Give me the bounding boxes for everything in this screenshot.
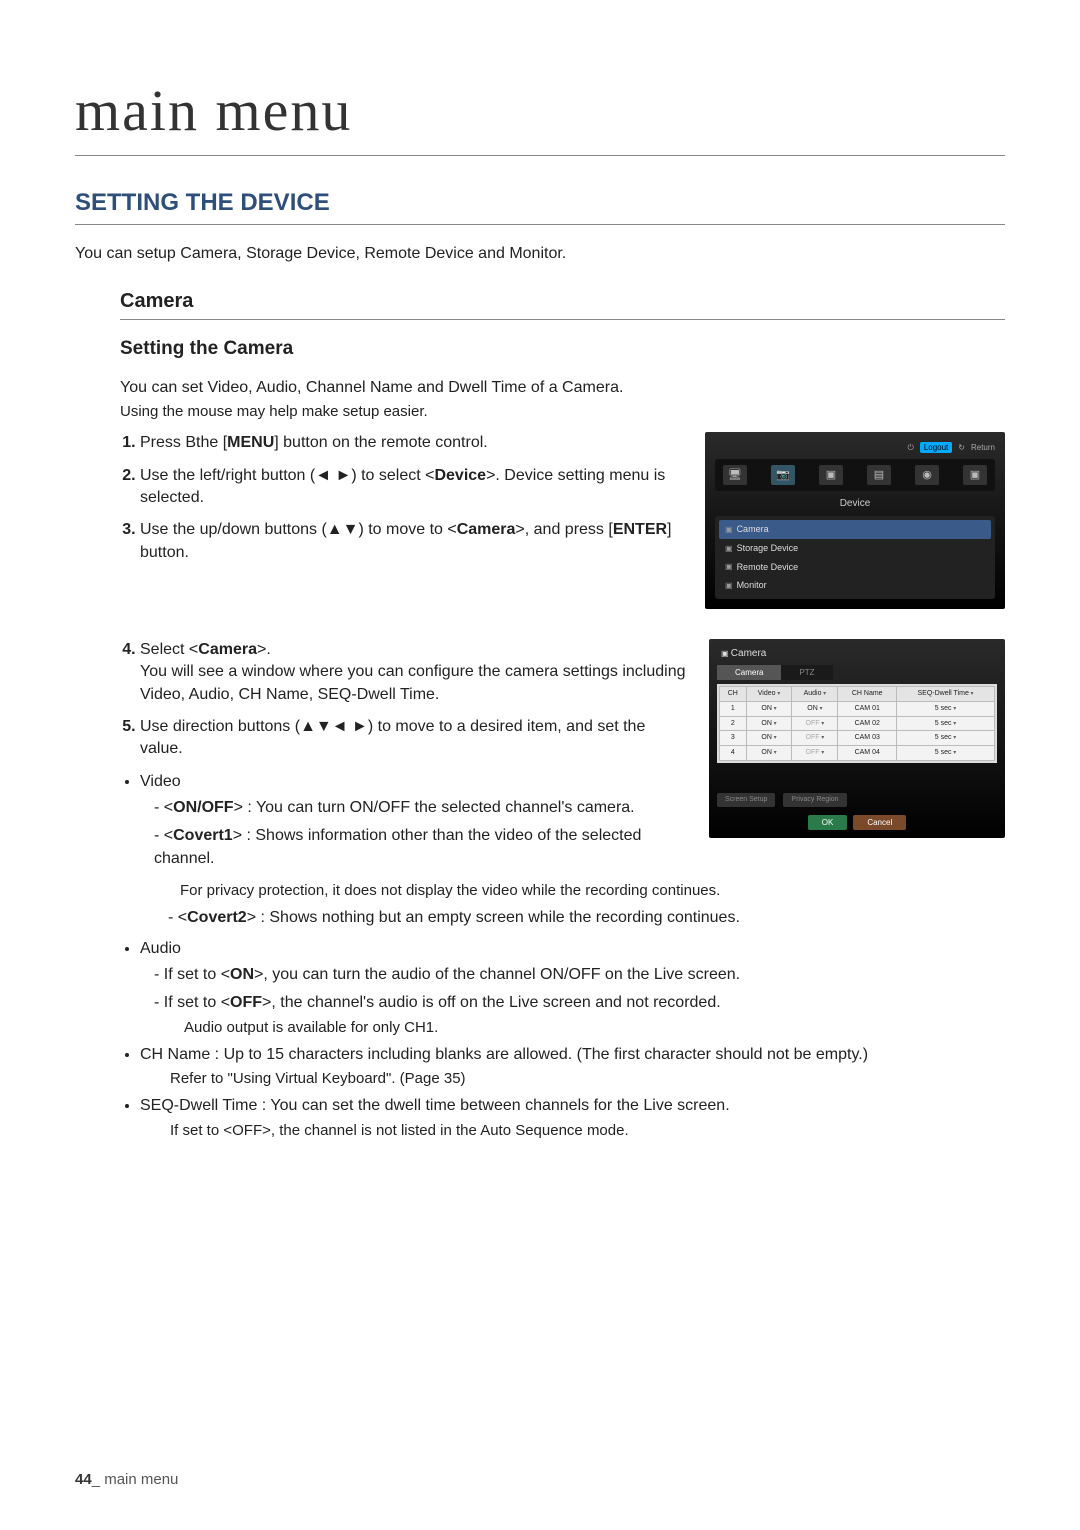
seq-note: If set to <OFF>, the channel is not list… [170, 1120, 1005, 1141]
table-row: 2 ON OFF CAM 02 5 sec [720, 716, 995, 731]
top-icon-bar: 🖥 📷 ▣ ▤ ◉ ▣ [715, 459, 995, 491]
subsection-camera: Camera [120, 287, 1005, 320]
power-icon: ⏻ [907, 442, 913, 453]
video-covert2: <Covert2> : Shows nothing but an empty s… [168, 907, 1005, 929]
device-label: Device [715, 497, 995, 511]
menu-item-camera: Camera [719, 520, 991, 539]
steps-list-b: Select <Camera>. You will see a window w… [120, 639, 689, 761]
hint-text: Using the mouse may help make setup easi… [120, 401, 1005, 422]
figure-camera-table: Camera Camera PTZ CH Video Audio CH Name… [709, 639, 1005, 838]
btn-privacy-region: Privacy Region [783, 793, 846, 807]
audio-note: Audio output is available for only CH1. [184, 1017, 1005, 1038]
network-icon: ▣ [963, 465, 987, 485]
audio-off: If set to <OFF>, the channel's audio is … [154, 992, 1005, 1037]
chname-note: Refer to "Using Virtual Keyboard". (Page… [170, 1068, 1005, 1089]
th-chname: CH Name [838, 686, 897, 701]
step-3: Use the up/down buttons (▲▼) to move to … [140, 519, 685, 564]
step-5: Use direction buttons (▲▼◄ ►) to move to… [140, 716, 689, 761]
th-ch: CH [720, 686, 747, 701]
bullet-video: Video <ON/OFF> : You can turn ON/OFF the… [140, 771, 689, 871]
device-icon: 📷 [771, 465, 795, 485]
btn-screen-setup: Screen Setup [717, 793, 775, 807]
event-icon: ▤ [867, 465, 891, 485]
device-submenu: Camera Storage Device Remote Device Moni… [715, 516, 995, 598]
fig2-title: Camera [717, 647, 997, 661]
cancel-button: Cancel [853, 815, 906, 830]
tab-camera: Camera [717, 665, 781, 680]
record-icon: ▣ [819, 465, 843, 485]
backup-icon: ◉ [915, 465, 939, 485]
tab-ptz: PTZ [781, 665, 832, 680]
table-row: 4 ON OFF CAM 04 5 sec [720, 746, 995, 761]
bullet-seq: SEQ-Dwell Time : You can set the dwell t… [140, 1095, 1005, 1140]
intro-text: You can setup Camera, Storage Device, Re… [75, 243, 1005, 265]
step-2: Use the left/right button (◄ ►) to selec… [140, 465, 685, 510]
th-audio: Audio [792, 686, 838, 701]
page-footer: 44_ main menu [75, 1469, 178, 1490]
step-4: Select <Camera>. You will see a window w… [140, 639, 689, 706]
camera-table: CH Video Audio CH Name SEQ-Dwell Time 1 … [717, 684, 997, 763]
table-row: 3 ON OFF CAM 03 5 sec [720, 731, 995, 746]
menu-item-storage: Storage Device [719, 539, 991, 558]
step-1: Press Bthe [MENU] button on the remote c… [140, 432, 685, 454]
audio-on: If set to <ON>, you can turn the audio o… [154, 964, 1005, 986]
return-icon: ↻ [958, 442, 965, 453]
menu-item-remote: Remote Device [719, 558, 991, 577]
th-video: Video [746, 686, 792, 701]
covert1-note: For privacy protection, it does not disp… [180, 880, 1005, 901]
video-onoff: <ON/OFF> : You can turn ON/OFF the selec… [154, 797, 689, 819]
lead-text: You can set Video, Audio, Channel Name a… [120, 377, 1005, 399]
page-number: 44 [75, 1471, 92, 1488]
system-icon: 🖥 [723, 465, 747, 485]
page-title: main menu [75, 70, 1005, 156]
bullet-chname: CH Name : Up to 15 characters including … [140, 1044, 1005, 1089]
return-label: Return [971, 442, 995, 453]
section-setting-device: SETTING THE DEVICE [75, 186, 1005, 225]
heading-setting-camera: Setting the Camera [120, 336, 1005, 363]
ok-button: OK [808, 815, 848, 830]
menu-item-monitor: Monitor [719, 576, 991, 595]
steps-list-a: Press Bthe [MENU] button on the remote c… [120, 432, 685, 564]
figure-device-menu: ⏻ Logout ↻ Return 🖥 📷 ▣ ▤ ◉ ▣ Device Cam… [705, 432, 1005, 609]
th-seq: SEQ-Dwell Time [897, 686, 995, 701]
video-covert1: <Covert1> : Shows information other than… [154, 825, 689, 870]
logout-badge: Logout [920, 442, 952, 453]
table-row: 1 ON ON CAM 01 5 sec [720, 701, 995, 716]
bullet-audio: Audio If set to <ON>, you can turn the a… [140, 938, 1005, 1038]
